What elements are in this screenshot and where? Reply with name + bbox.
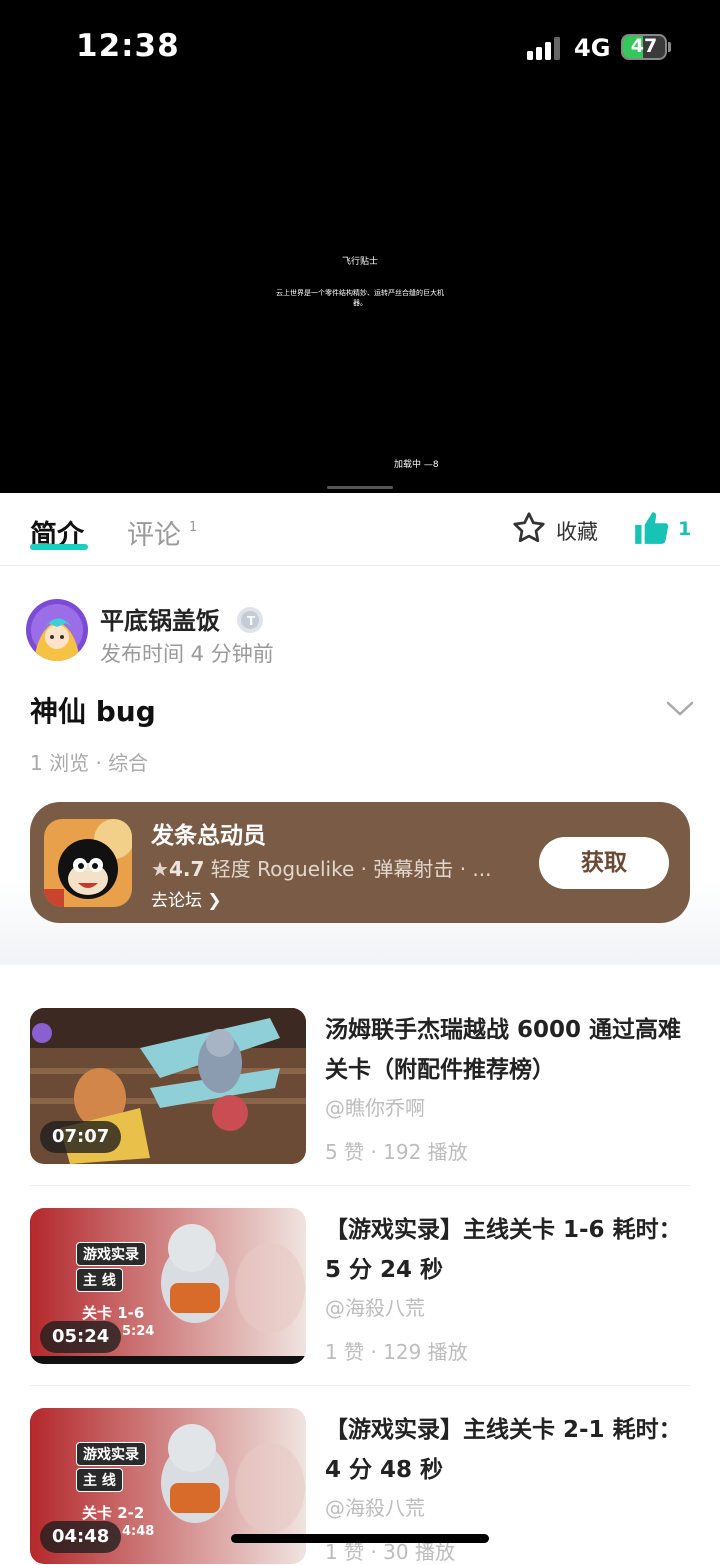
favorite-button[interactable]: 收藏 bbox=[556, 516, 598, 546]
video-loading-text: 加载中 —8 bbox=[394, 460, 439, 470]
like-count: 1 bbox=[678, 518, 692, 540]
star-icon[interactable] bbox=[511, 510, 547, 546]
video-duration: 07:07 bbox=[40, 1121, 122, 1153]
game-rating: 4.7 bbox=[168, 857, 205, 881]
thumb-time: 4:48 bbox=[122, 1524, 155, 1539]
video-item[interactable]: 游戏实录 主 线 关卡 1-6 5:24 05:24 【游戏实录】主线关卡 1-… bbox=[30, 1208, 690, 1364]
game-rating-tags: ★4.7 轻度 Roguelike · 弹幕射击 · ... bbox=[151, 857, 492, 881]
battery-level: 47 bbox=[630, 35, 658, 57]
thumb-tag: 游戏实录 bbox=[76, 1242, 146, 1266]
author-name[interactable]: 平底锅盖饭 bbox=[100, 601, 220, 636]
video-stats: 1 赞 · 129 播放 bbox=[325, 1340, 468, 1364]
thumb-stage: 关卡 2-2 bbox=[82, 1504, 145, 1522]
thumb-stage: 关卡 1-6 bbox=[82, 1304, 145, 1322]
video-title: 【游戏实录】主线关卡 1-6 耗时：5 分 24 秒 bbox=[325, 1217, 682, 1283]
publish-time: 发布时间 4 分钟前 bbox=[100, 642, 274, 666]
video-author[interactable]: @海殺八荒 bbox=[325, 1292, 425, 1321]
signal-icon bbox=[527, 36, 563, 60]
video-title: 【游戏实录】主线关卡 2-1 耗时：4 分 48 秒 bbox=[325, 1417, 682, 1483]
video-title: 汤姆联手杰瑞越战 6000 通过高难关卡（附配件推荐榜） bbox=[325, 1017, 682, 1083]
video-author[interactable]: @瞧你乔啊 bbox=[325, 1092, 425, 1121]
thumb-tag: 主 线 bbox=[76, 1468, 123, 1492]
game-name: 发条总动员 bbox=[151, 823, 266, 849]
game-card[interactable]: 发条总动员 ★4.7 轻度 Roguelike · 弹幕射击 · ... 去论坛… bbox=[30, 802, 690, 923]
home-indicator[interactable] bbox=[231, 1534, 489, 1543]
level-badge-icon: T bbox=[237, 607, 263, 633]
video-stats: 5 赞 · 192 播放 bbox=[325, 1140, 468, 1164]
chevron-right-icon: ❯ bbox=[207, 891, 222, 911]
get-button[interactable]: 获取 bbox=[539, 837, 669, 889]
avatar[interactable] bbox=[26, 599, 88, 661]
divider bbox=[30, 1185, 690, 1186]
battery-cap bbox=[668, 42, 671, 52]
video-player[interactable]: 12:38 4G 47 飞行贴士 云上世界是一个零件结构精妙、运转严丝合缝的巨大… bbox=[0, 0, 720, 493]
video-item[interactable]: 07:07 汤姆联手杰瑞越战 6000 通过高难关卡（附配件推荐榜） @瞧你乔啊… bbox=[30, 1008, 690, 1164]
tab-active-indicator bbox=[30, 544, 88, 550]
tab-bar: 简介 评论 bbox=[0, 493, 720, 566]
drag-handle[interactable] bbox=[327, 486, 393, 489]
tab-comments[interactable]: 评论 bbox=[127, 513, 181, 552]
thumb-tag: 游戏实录 bbox=[76, 1442, 146, 1466]
thumb-tag: 主 线 bbox=[76, 1268, 123, 1292]
status-time: 12:38 bbox=[76, 28, 180, 64]
video-caption-title: 飞行贴士 bbox=[341, 257, 378, 267]
svg-text:T: T bbox=[247, 614, 256, 628]
thumb-time: 5:24 bbox=[122, 1324, 155, 1339]
game-tags: 轻度 Roguelike · 弹幕射击 · ... bbox=[210, 857, 492, 881]
network-type: 4G bbox=[574, 34, 611, 62]
thumbs-up-icon[interactable] bbox=[632, 509, 670, 547]
battery-icon: 47 bbox=[621, 34, 667, 60]
game-app-icon bbox=[44, 819, 132, 907]
post-title: 神仙 bug bbox=[30, 695, 156, 728]
post-meta: 1 浏览 · 综合 bbox=[30, 751, 149, 775]
video-author[interactable]: @海殺八荒 bbox=[325, 1492, 425, 1521]
video-caption-text: 云上世界是一个零件结构精妙、运转严丝合缝的巨大机器。 bbox=[276, 289, 444, 307]
chevron-down-icon[interactable] bbox=[666, 700, 694, 718]
video-duration: 05:24 bbox=[40, 1321, 122, 1353]
forum-link[interactable]: 去论坛 ❯ bbox=[151, 886, 222, 911]
video-duration: 04:48 bbox=[40, 1521, 122, 1553]
divider bbox=[30, 1385, 690, 1386]
comments-count: 1 bbox=[189, 520, 198, 535]
